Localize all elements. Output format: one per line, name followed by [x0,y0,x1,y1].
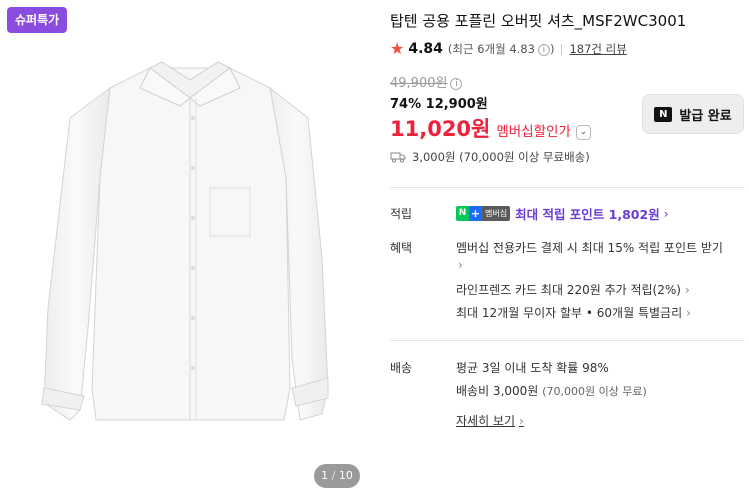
recent-rating-text: (최근 6개월 4.83 [447,42,535,56]
benefit-item-card[interactable]: 멤버십 전용카드 결제 시 최대 15% 적립 포인트 받기 [456,239,723,256]
chevron-right-icon: › [519,414,524,428]
star-icon: ★ [390,39,405,58]
benefit-item-linefriends-text: 라인프렌즈 카드 최대 220원 추가 적립(2%) [456,283,681,297]
delivery-detail-link[interactable]: 자세히 보기 › [456,412,524,429]
product-image-shirt[interactable] [40,58,340,438]
truck-icon [390,152,406,163]
shipping-text: 3,000원 (70,000원 이상 무료배송) [412,150,590,164]
recent-rating: (최근 6개월 4.83 i) [447,41,555,57]
points-row[interactable]: N + 멤버십 최대 적립 포인트 1,802원 › [456,204,669,223]
delivery-label: 배송 [390,361,413,375]
shipping-info: 3,000원 (70,000원 이상 무료배송) [390,149,590,165]
benefit-item-installment[interactable]: 최대 12개월 무이자 할부 • 60개월 특별금리 › [456,304,691,321]
chevron-right-icon: › [663,206,669,221]
naver-n-icon: N [654,106,673,122]
pager-total: 10 [338,469,353,482]
delivery-fee: 배송비 3,000원 (70,000원 이상 무료) [456,382,647,399]
info-icon[interactable]: i [450,78,463,90]
original-price-value: 49,900원 [390,76,448,91]
max-points-text: 최대 적립 포인트 1,802원 [515,207,660,222]
naver-plus-membership-badge: N + 멤버십 [456,206,511,221]
chevron-right-icon: › [684,283,690,297]
product-info: 탑텐 공용 포플린 오버핏 셔츠_MSF2WC3001 ★ 4.84 (최근 6… [390,0,745,497]
points-label: 적립 [390,207,413,221]
delivery-fee-value: 배송비 3,000원 [456,384,539,398]
divider [390,187,745,188]
delivery-estimate: 평균 3일 이내 도착 확률 98% [456,361,609,375]
super-deal-badge: 슈퍼특가 [7,7,68,33]
coupon-button-label: 발급 완료 [679,108,732,124]
member-price: 11,020원 [390,117,491,141]
divider [390,340,745,341]
chevron-right-icon[interactable]: › [456,258,463,272]
benefit-item-linefriends[interactable]: 라인프렌즈 카드 최대 220원 추가 적립(2%) › [456,281,690,298]
discount-sale-price: 74% 12,900원 [390,97,488,112]
coupon-issued-button[interactable]: N 발급 완료 [642,94,744,134]
pager-current: 1 [321,469,329,482]
info-icon[interactable]: i [537,44,550,56]
benefits-label: 혜택 [390,241,413,255]
delivery-detail-link-text: 자세히 보기 [456,414,516,428]
product-image-area[interactable]: 슈퍼특가 1 / 10 [0,0,372,497]
review-count-link[interactable]: 187건 리뷰 [569,41,626,57]
membership-badge-text: 멤버십 [482,206,511,221]
original-price: 49,900원 i [390,72,463,91]
rating-score: 4.84 [408,41,443,57]
chevron-down-icon[interactable]: ⌄ [575,125,591,140]
recent-rating-close: ) [549,42,555,56]
rating-row: ★ 4.84 (최근 6개월 4.83 i) 187건 리뷰 [390,39,627,58]
delivery-fee-note: (70,000원 이상 무료) [542,385,647,398]
product-title: 탑텐 공용 포플린 오버핏 셔츠_MSF2WC3001 [390,12,687,30]
chevron-right-icon: › [686,306,691,320]
pager-separator: / [331,469,336,482]
benefit-item-installment-text: 최대 12개월 무이자 할부 • 60개월 특별금리 [456,306,683,320]
image-pager: 1 / 10 [314,464,360,488]
member-price-label: 멤버십할인가 [496,124,571,140]
member-price-row: 11,020원 멤버십할인가 ⌄ [390,113,591,143]
plus-icon: + [469,206,482,221]
naver-n-icon: N [456,206,469,221]
divider [561,43,563,55]
